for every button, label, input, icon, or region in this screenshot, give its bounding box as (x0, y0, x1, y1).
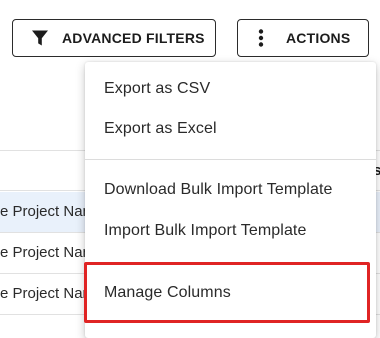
table-row-name[interactable]: e Project Name (0, 285, 92, 302)
menu-item-import-template[interactable]: Import Bulk Import Template (85, 211, 376, 251)
advanced-filters-button[interactable]: ADVANCED FILTERS (12, 19, 216, 57)
page: ADVANCED FILTERS ACTIONS us e Project Na… (0, 0, 380, 338)
menu-item-export-csv[interactable]: Export as CSV (85, 69, 376, 109)
advanced-filters-label: ADVANCED FILTERS (62, 30, 205, 46)
table-row-name[interactable]: e Project Name (0, 244, 92, 261)
menu-item-label: Manage Columns (104, 284, 231, 301)
table-row-name[interactable]: e Project Name (0, 203, 92, 220)
actions-button[interactable]: ACTIONS (237, 19, 369, 57)
more-vert-icon (258, 29, 264, 47)
menu-item-label: Export as CSV (104, 80, 211, 97)
menu-item-label: Import Bulk Import Template (104, 222, 307, 239)
menu-item-export-excel[interactable]: Export as Excel (85, 109, 376, 149)
menu-item-manage-columns[interactable]: Manage Columns (85, 273, 376, 313)
filter-icon (31, 29, 49, 47)
menu-item-download-template[interactable]: Download Bulk Import Template (85, 170, 376, 210)
menu-divider (85, 159, 376, 160)
menu-item-label: Export as Excel (104, 120, 217, 137)
actions-label: ACTIONS (286, 30, 351, 46)
actions-menu: Export as CSV Export as Excel Download B… (85, 62, 376, 338)
menu-item-label: Download Bulk Import Template (104, 181, 333, 198)
